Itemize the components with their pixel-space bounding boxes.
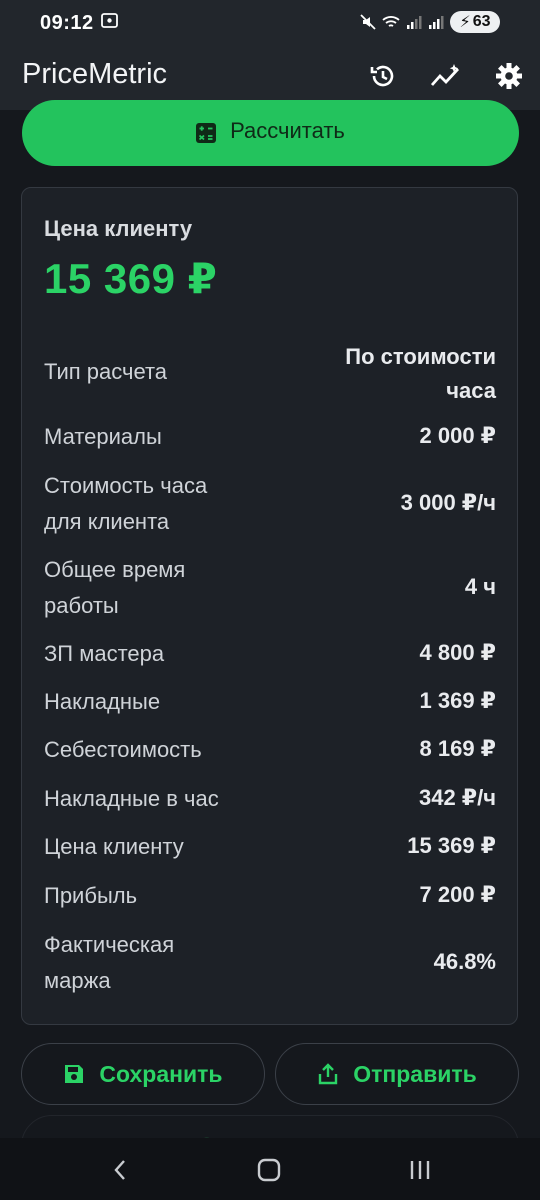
row-label: Фактическая маржа xyxy=(44,927,274,999)
row-label-line: Стоимость часа xyxy=(44,473,208,498)
wifi-icon xyxy=(382,16,400,27)
row-value: 8 169 ₽ xyxy=(419,736,496,761)
save-button-label: Сохранить xyxy=(99,1060,223,1087)
share-button[interactable]: Отправить xyxy=(275,1043,519,1105)
trending-icon[interactable] xyxy=(430,60,462,92)
share-button-label: Отправить xyxy=(353,1060,477,1087)
row-label: ЗП мастера xyxy=(44,641,165,666)
battery-level: 63 xyxy=(472,13,491,30)
history-icon[interactable] xyxy=(367,60,399,92)
calculator-icon xyxy=(196,123,217,143)
row-value: 1 369 ₽ xyxy=(419,688,496,713)
save-button[interactable]: Сохранить xyxy=(21,1043,265,1105)
row-label-line: работы xyxy=(44,593,119,618)
row-value-line: По стоимости xyxy=(345,344,496,369)
row-value: 46.8% xyxy=(433,949,496,974)
price-value: 15 369 ₽ xyxy=(44,255,218,302)
row-label: Себестоимость xyxy=(44,737,202,762)
row-label-line: маржа xyxy=(44,968,111,993)
row-label: Стоимость часа для клиента xyxy=(44,468,274,540)
recent-apps-icon[interactable] xyxy=(406,1156,434,1184)
calculate-button[interactable]: Рассчитать xyxy=(22,100,519,166)
calculate-button-label: Рассчитать xyxy=(230,118,345,143)
home-icon[interactable] xyxy=(255,1156,283,1184)
row-value: 7 200 ₽ xyxy=(419,882,496,907)
signal-icon xyxy=(407,16,422,29)
row-label-line: Фактическая xyxy=(44,932,175,957)
status-time: 09:12 xyxy=(40,12,94,34)
share-icon xyxy=(319,1063,338,1085)
status-bar: 09:12 ⚡ 63 xyxy=(0,0,540,46)
row-value: 4 ч xyxy=(464,574,496,599)
row-label: Прибыль xyxy=(44,883,138,908)
settings-icon[interactable] xyxy=(493,60,525,92)
row-label: Накладные xyxy=(44,689,161,714)
screencast-icon xyxy=(101,13,118,28)
row-value: 15 369 ₽ xyxy=(407,833,496,858)
row-label-line: Общее время xyxy=(44,557,186,582)
row-label-line: для клиента xyxy=(44,509,170,534)
row-label: Цена клиенту xyxy=(44,834,184,859)
row-label: Накладные в час xyxy=(44,786,219,811)
row-value: 4 800 ₽ xyxy=(419,640,496,665)
signal-icon xyxy=(429,16,444,29)
row-label: Тип расчета xyxy=(44,359,168,384)
row-value: 342 ₽/ч xyxy=(418,785,496,810)
price-label: Цена клиенту xyxy=(44,216,193,241)
battery-indicator: ⚡ 63 xyxy=(450,11,500,33)
system-navigation-bar xyxy=(0,1138,540,1200)
app-title: PriceMetric xyxy=(22,58,168,90)
row-value-line: часа xyxy=(446,378,496,403)
save-icon xyxy=(65,1065,84,1083)
mute-icon xyxy=(360,14,376,30)
row-value: 3 000 ₽/ч xyxy=(400,490,496,515)
result-card: Цена клиенту 15 369 ₽ Тип расчета По сто… xyxy=(21,187,518,1025)
row-label: Материалы xyxy=(44,424,162,449)
row-value: По стоимости часа xyxy=(345,340,496,408)
back-icon[interactable] xyxy=(106,1156,134,1184)
row-label: Общее время работы xyxy=(44,552,274,624)
row-value: 2 000 ₽ xyxy=(419,423,496,448)
battery-charging-icon: ⚡ xyxy=(459,14,471,31)
